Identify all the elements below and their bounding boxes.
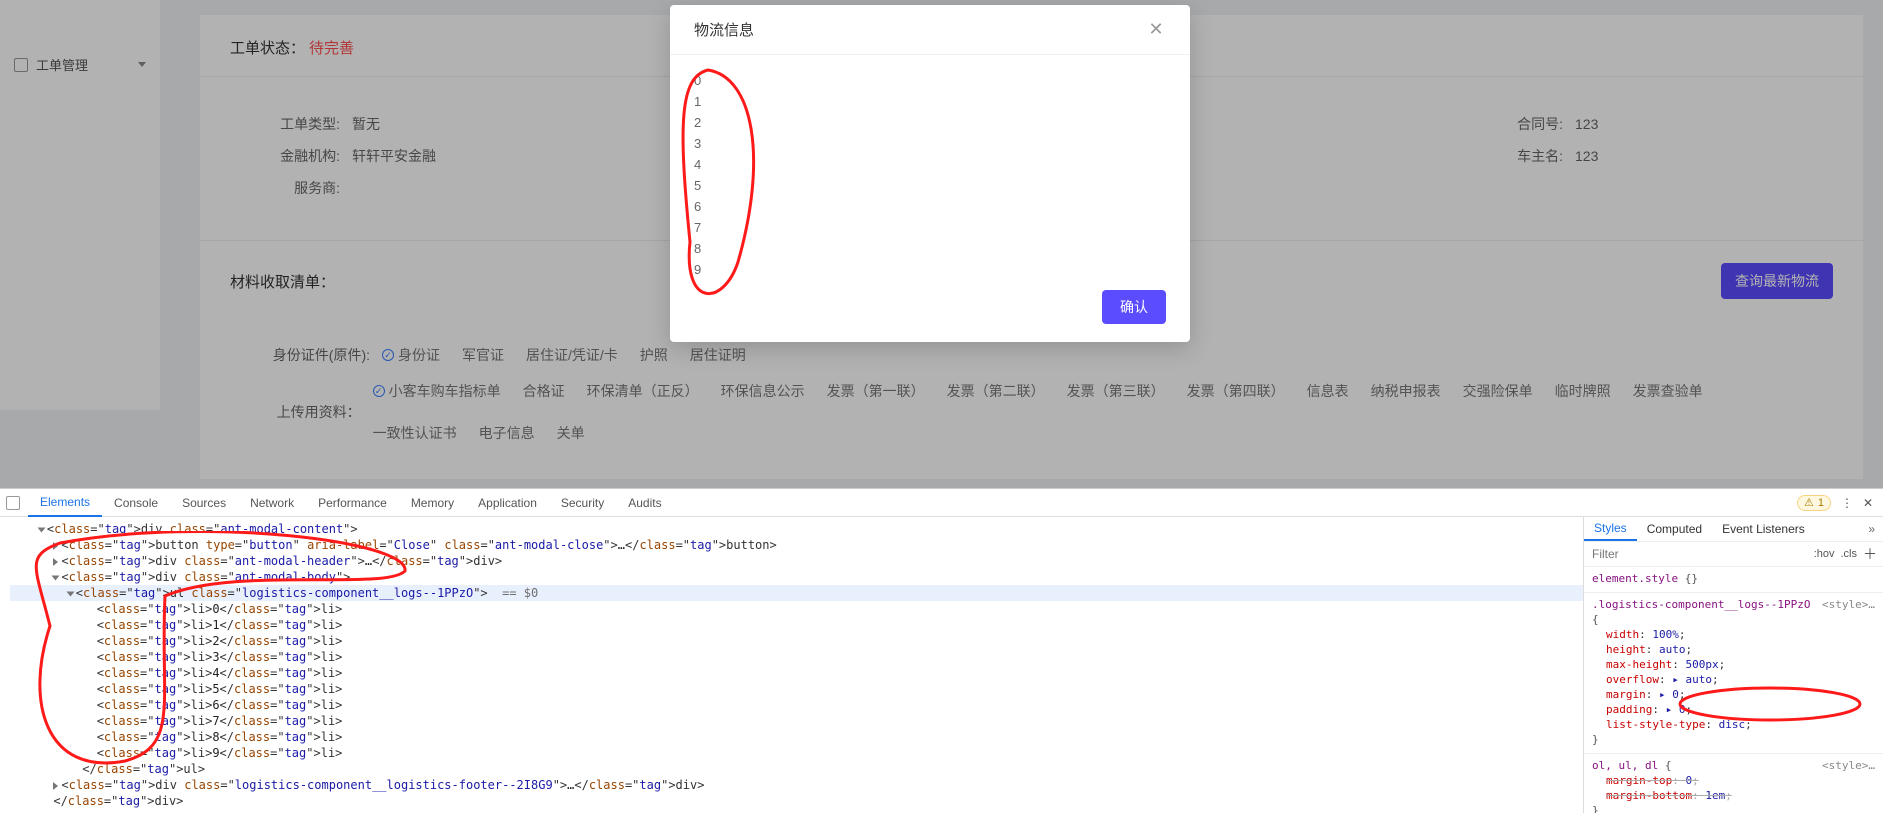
dom-tree[interactable]: <class="tag">div class="ant-modal-conten… (0, 517, 1583, 813)
dom-line[interactable]: <class="tag">div class="ant-modal-conten… (10, 521, 1583, 537)
list-item: 2 (694, 112, 1166, 133)
list-item: 4 (694, 154, 1166, 175)
list-item: 9 (694, 259, 1166, 280)
devtools-tab-sources[interactable]: Sources (170, 489, 238, 516)
css-rule[interactable]: <style>….logistics-component__logs--1PPz… (1584, 593, 1883, 754)
devtools-tab-security[interactable]: Security (549, 489, 616, 516)
dom-line[interactable]: <class="tag">li>5</class="tag">li> (10, 681, 1583, 697)
dom-line[interactable]: <class="tag">div class="ant-modal-header… (10, 553, 1583, 569)
styles-filter-input[interactable] (1584, 542, 1808, 566)
devtools-tab-elements[interactable]: Elements (28, 490, 102, 517)
cls-toggle[interactable]: .cls (1841, 548, 1858, 560)
close-icon[interactable]: ✕ (1146, 19, 1166, 40)
styles-tab-event listeners[interactable]: Event Listeners (1712, 517, 1815, 541)
add-rule-icon[interactable]: ＋ (1863, 544, 1877, 564)
dom-line[interactable]: <class="tag">button type="button" aria-l… (10, 537, 1583, 553)
styles-more-icon[interactable]: » (1860, 522, 1883, 536)
list-item: 7 (694, 217, 1166, 238)
dom-line[interactable]: <class="tag">li>6</class="tag">li> (10, 697, 1583, 713)
css-rule[interactable]: <style>…ol, ul, dl {margin-top: 0;margin… (1584, 754, 1883, 813)
styles-tab-styles[interactable]: Styles (1584, 518, 1637, 542)
warnings-badge[interactable]: ⚠ 1 (1797, 495, 1831, 511)
dom-line[interactable]: <class="tag">li>8</class="tag">li> (10, 729, 1583, 745)
dom-line[interactable]: <class="tag">li>3</class="tag">li> (10, 649, 1583, 665)
list-item: 6 (694, 196, 1166, 217)
list-item: 5 (694, 175, 1166, 196)
list-item: 0 (694, 70, 1166, 91)
list-item: 8 (694, 238, 1166, 259)
inspect-icon[interactable] (6, 496, 20, 510)
dom-line[interactable]: <class="tag">li>1</class="tag">li> (10, 617, 1583, 633)
logistics-modal: 物流信息 ✕ 0123456789 确认 (670, 5, 1190, 342)
dom-line[interactable]: <class="tag">li>9</class="tag">li> (10, 745, 1583, 761)
devtools-tab-memory[interactable]: Memory (399, 489, 466, 516)
list-item: 3 (694, 133, 1166, 154)
dom-line[interactable]: <class="tag">li>0</class="tag">li> (10, 601, 1583, 617)
devtools: ElementsConsoleSourcesNetworkPerformance… (0, 488, 1883, 813)
devtools-tab-network[interactable]: Network (238, 489, 306, 516)
styles-pane: StylesComputedEvent Listeners » :hov .cls… (1583, 517, 1883, 813)
css-rule[interactable]: element.style {} (1584, 567, 1883, 593)
dom-line[interactable]: </class="tag">div> (10, 793, 1583, 809)
devtools-tab-application[interactable]: Application (466, 489, 549, 516)
devtools-close-icon[interactable]: ✕ (1863, 496, 1873, 510)
dom-line[interactable]: <class="tag">li>2</class="tag">li> (10, 633, 1583, 649)
modal-title: 物流信息 (694, 19, 754, 40)
devtools-tab-performance[interactable]: Performance (306, 489, 399, 516)
logistics-list: 0123456789 (694, 70, 1166, 280)
devtools-tab-console[interactable]: Console (102, 489, 170, 516)
dom-line[interactable]: <class="tag">div class="ant-modal-body"> (10, 569, 1583, 585)
dom-line[interactable]: <class="tag">li>4</class="tag">li> (10, 665, 1583, 681)
style-rules[interactable]: element.style {}<style>….logistics-compo… (1584, 567, 1883, 813)
hov-toggle[interactable]: :hov (1814, 548, 1835, 560)
devtools-tabs: ElementsConsoleSourcesNetworkPerformance… (0, 489, 1883, 517)
styles-tab-computed[interactable]: Computed (1637, 517, 1712, 541)
dom-line[interactable]: <class="tag">ul class="logistics-compone… (10, 585, 1583, 601)
list-item: 1 (694, 91, 1166, 112)
dom-line[interactable]: <class="tag">li>7</class="tag">li> (10, 713, 1583, 729)
confirm-button[interactable]: 确认 (1102, 290, 1166, 324)
devtools-settings-icon[interactable]: ⋮ (1841, 496, 1853, 510)
dom-line[interactable]: <class="tag">div class="logistics-compon… (10, 777, 1583, 793)
warnings-count: 1 (1818, 497, 1824, 509)
devtools-tab-audits[interactable]: Audits (616, 489, 673, 516)
dom-line[interactable]: </class="tag">ul> (10, 761, 1583, 777)
